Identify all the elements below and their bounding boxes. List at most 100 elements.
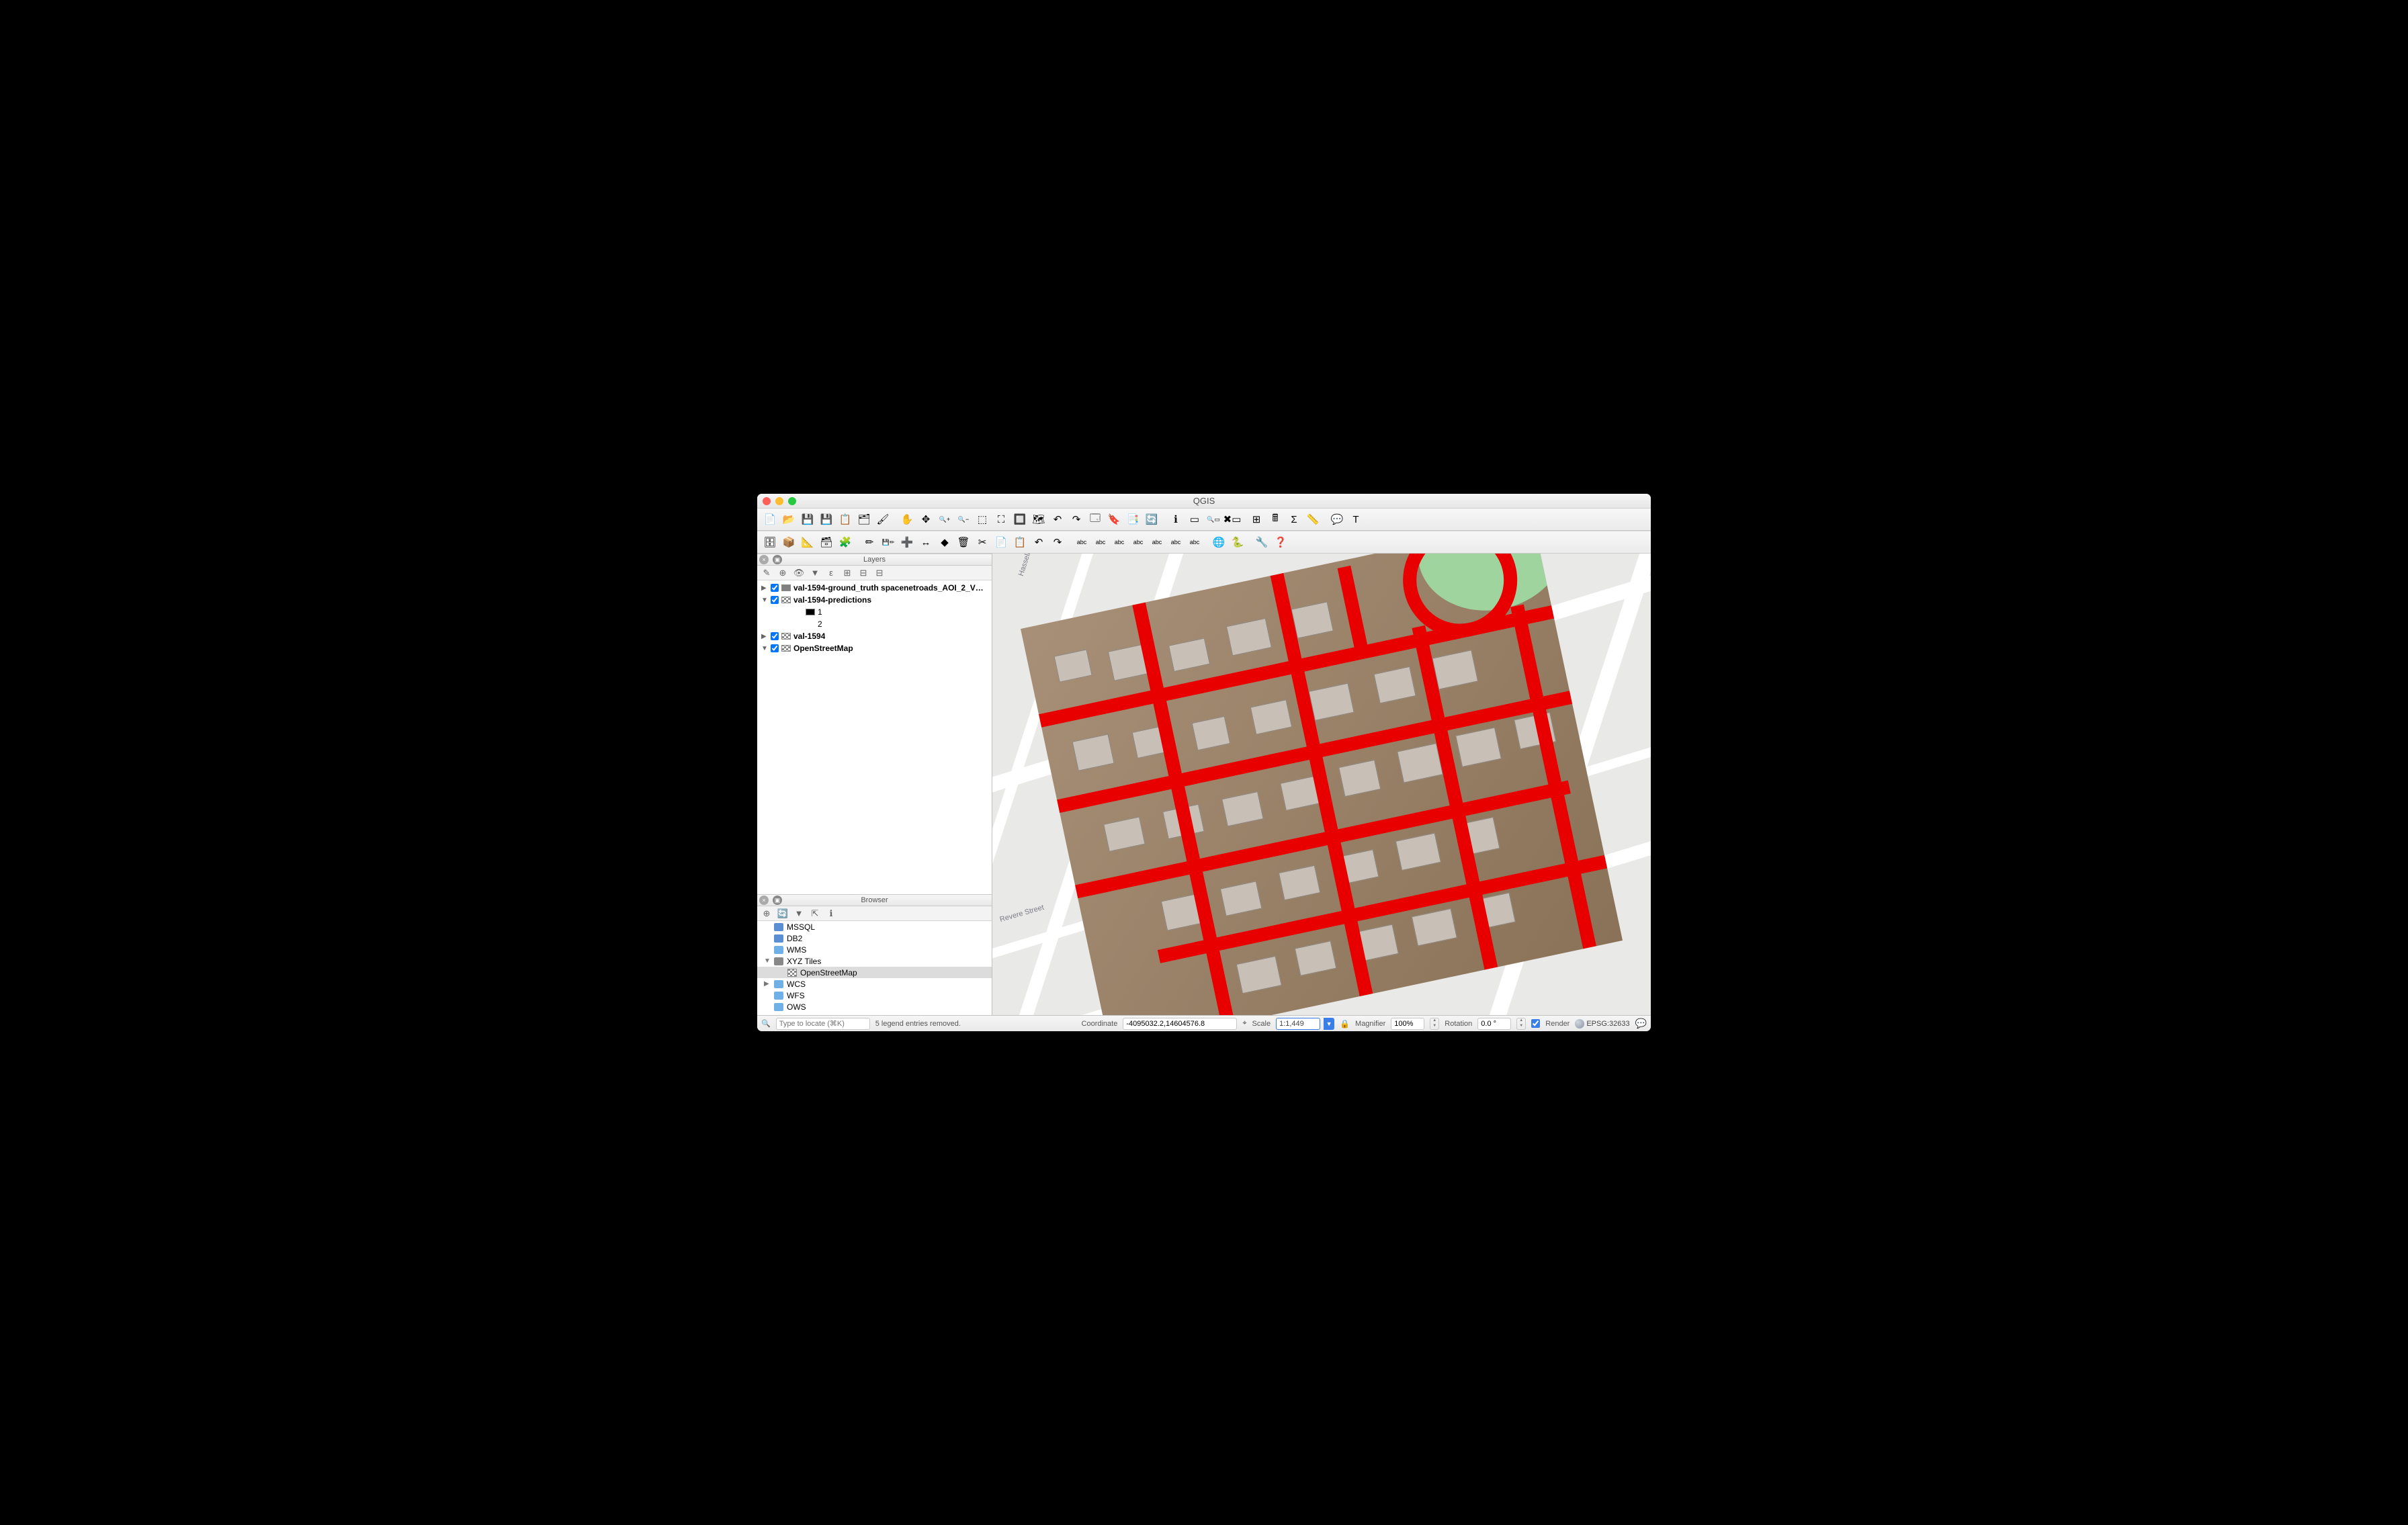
save-as-icon[interactable]: 💾 xyxy=(818,511,835,528)
new-map-view-icon[interactable]: 🗔 xyxy=(1086,511,1104,528)
coord-toggle-icon[interactable]: ⌖ xyxy=(1242,1019,1246,1028)
browser-item[interactable]: MSSQL xyxy=(757,921,992,932)
refresh-icon[interactable]: 🔄 xyxy=(1143,511,1160,528)
browser-item[interactable]: OpenStreetMap xyxy=(757,967,992,978)
cut-features-icon[interactable]: ✂ xyxy=(974,533,991,551)
detach-panel-icon[interactable]: ▣ xyxy=(773,896,782,905)
expand-icon[interactable]: ▼ xyxy=(764,957,771,965)
zoom-to-selection-icon[interactable]: 🔲 xyxy=(1011,511,1029,528)
move-feature-icon[interactable]: ↔ xyxy=(917,533,935,551)
zoom-full-icon[interactable]: ⛶ xyxy=(992,511,1010,528)
new-shapefile-icon[interactable]: 📐 xyxy=(799,533,816,551)
plugin-manage-icon[interactable]: 🔧 xyxy=(1253,533,1271,551)
select-by-value-icon[interactable]: 🔍▭ xyxy=(1205,511,1222,528)
browser-item[interactable]: WMS xyxy=(757,944,992,955)
label-show-icon[interactable]: abc xyxy=(1129,533,1147,551)
refresh-icon[interactable]: 🔄 xyxy=(777,908,788,919)
statistics-icon[interactable]: Σ xyxy=(1285,511,1303,528)
new-bookmark-icon[interactable]: 🔖 xyxy=(1105,511,1123,528)
browser-item[interactable]: WFS xyxy=(757,990,992,1001)
filter-by-expression-icon[interactable]: ε xyxy=(826,568,836,578)
label-change-icon[interactable]: abc xyxy=(1092,533,1109,551)
paste-features-icon[interactable]: 📋 xyxy=(1011,533,1029,551)
new-geopackage-icon[interactable]: 📦 xyxy=(780,533,798,551)
data-source-manager-icon[interactable]: 🗄 xyxy=(761,533,779,551)
collapse-icon[interactable]: ⇱ xyxy=(810,908,820,919)
deselect-icon[interactable]: ✖▭ xyxy=(1223,511,1241,528)
manage-visibility-icon[interactable]: 👁 xyxy=(793,568,804,578)
zoom-in-icon[interactable]: 🔍+ xyxy=(936,511,953,528)
layer-visible-checkbox[interactable] xyxy=(771,632,779,640)
style-manager-icon[interactable]: 🖌 xyxy=(874,511,892,528)
new-print-layout-icon[interactable]: 📋 xyxy=(836,511,854,528)
zoom-native-icon[interactable]: ⬚ xyxy=(974,511,991,528)
label-props-icon[interactable]: abc xyxy=(1186,533,1203,551)
messages-icon[interactable]: 💬 xyxy=(1635,1018,1647,1029)
text-annotation-icon[interactable]: T xyxy=(1347,511,1365,528)
map-canvas[interactable]: HassellLawry AvenueRevere StreetNew Hope… xyxy=(992,554,1651,1015)
layout-manager-icon[interactable]: 🗂 xyxy=(855,511,873,528)
layer-visible-checkbox[interactable] xyxy=(771,644,779,652)
label-icon[interactable]: abc xyxy=(1073,533,1090,551)
scale-input[interactable]: 1:1,449 xyxy=(1276,1018,1320,1030)
crs-button[interactable]: EPSG:32633 xyxy=(1575,1019,1629,1029)
layer-visible-checkbox[interactable] xyxy=(771,584,779,592)
browser-item[interactable]: OWS xyxy=(757,1001,992,1012)
coord-input[interactable] xyxy=(1123,1018,1237,1030)
browser-item[interactable]: ▼XYZ Tiles xyxy=(757,955,992,967)
browser-item[interactable]: ▶WCS xyxy=(757,978,992,990)
scale-dropdown-icon[interactable]: ▼ xyxy=(1324,1018,1334,1030)
layer-row[interactable]: 1 xyxy=(757,606,992,618)
filter-legend-icon[interactable]: ▼ xyxy=(810,568,820,578)
add-layer-icon[interactable]: ⊕ xyxy=(761,908,772,919)
remove-layer-icon[interactable]: ⊟ xyxy=(874,568,885,578)
undo-icon[interactable]: ↶ xyxy=(1030,533,1047,551)
close-panel-icon[interactable]: × xyxy=(759,896,769,905)
pan-to-selection-icon[interactable]: ✥ xyxy=(917,511,935,528)
locator-input[interactable] xyxy=(776,1018,870,1030)
expand-icon[interactable]: ▼ xyxy=(761,645,768,652)
label-pin-icon[interactable]: abc xyxy=(1111,533,1128,551)
new-spatialite-icon[interactable]: 🗃 xyxy=(818,533,835,551)
browser-tree[interactable]: MSSQLDB2WMS▼XYZ TilesOpenStreetMap▶WCSWF… xyxy=(757,921,992,1015)
close-panel-icon[interactable]: × xyxy=(759,555,769,564)
metasearch-icon[interactable]: 🌐 xyxy=(1210,533,1228,551)
save-edits-icon[interactable]: 💾✏ xyxy=(879,533,897,551)
add-group-icon[interactable]: ⊕ xyxy=(777,568,788,578)
magnifier-stepper[interactable]: ▲▼ xyxy=(1430,1018,1439,1030)
field-calculator-icon[interactable]: 🖩 xyxy=(1266,511,1284,528)
identify-icon[interactable]: ℹ xyxy=(1167,511,1185,528)
detach-panel-icon[interactable]: ▣ xyxy=(773,555,782,564)
open-attribute-table-icon[interactable]: ⊞ xyxy=(1248,511,1265,528)
render-checkbox[interactable] xyxy=(1531,1019,1540,1028)
map-tips-icon[interactable]: 💬 xyxy=(1328,511,1346,528)
expand-icon[interactable]: ▶ xyxy=(761,584,768,592)
zoom-last-icon[interactable]: ↶ xyxy=(1049,511,1066,528)
python-console-icon[interactable]: 🐍 xyxy=(1229,533,1246,551)
layer-row[interactable]: 2 xyxy=(757,618,992,630)
rotation-input[interactable] xyxy=(1477,1018,1511,1030)
open-project-icon[interactable]: 📂 xyxy=(780,511,798,528)
layer-row[interactable]: ▶val-1594 xyxy=(757,630,992,642)
layer-visible-checkbox[interactable] xyxy=(771,596,779,604)
help-icon[interactable]: ❓ xyxy=(1272,533,1289,551)
zoom-out-icon[interactable]: 🔍− xyxy=(955,511,972,528)
label-rotate-icon[interactable]: abc xyxy=(1167,533,1185,551)
properties-icon[interactable]: ℹ xyxy=(826,908,836,919)
layer-row[interactable]: ▶val-1594-ground_truth spacenetroads_AOI… xyxy=(757,582,992,594)
save-project-icon[interactable]: 💾 xyxy=(799,511,816,528)
zoom-next-icon[interactable]: ↷ xyxy=(1068,511,1085,528)
node-tool-icon[interactable]: ◆ xyxy=(936,533,953,551)
magnifier-input[interactable] xyxy=(1391,1018,1424,1030)
expand-icon[interactable]: ▼ xyxy=(761,597,768,604)
redo-icon[interactable]: ↷ xyxy=(1049,533,1066,551)
select-features-icon[interactable]: ▭ xyxy=(1186,511,1203,528)
filter-icon[interactable]: ▼ xyxy=(793,908,804,919)
label-move-icon[interactable]: abc xyxy=(1148,533,1166,551)
pan-icon[interactable]: ✋ xyxy=(898,511,916,528)
new-virtual-layer-icon[interactable]: 🧩 xyxy=(836,533,854,551)
expand-icon[interactable]: ▶ xyxy=(761,633,768,640)
layer-row[interactable]: ▼OpenStreetMap xyxy=(757,642,992,654)
style-icon[interactable]: ✎ xyxy=(761,568,772,578)
collapse-all-icon[interactable]: ⊟ xyxy=(858,568,869,578)
